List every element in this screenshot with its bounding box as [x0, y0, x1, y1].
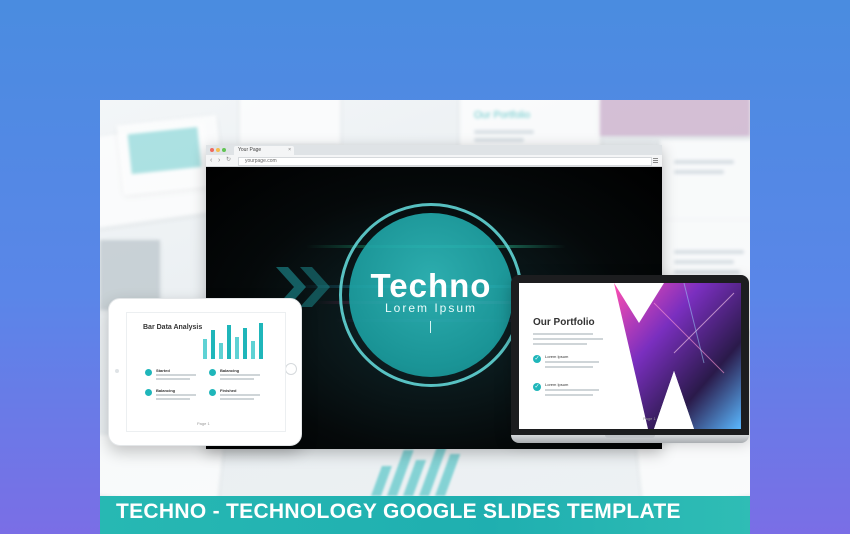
- browser-tab-strip: Your Page ×: [206, 145, 662, 155]
- close-window-icon[interactable]: [210, 148, 214, 152]
- laptop-page-label: Page 1: [643, 416, 656, 421]
- portfolio-text: [545, 394, 593, 396]
- portfolio-text: [545, 389, 599, 391]
- template-preview-card: Our Portfolio Your Page × ‹ › ↻ yourpage…: [100, 100, 750, 534]
- feature-icon: [209, 389, 216, 396]
- portfolio-text: [533, 343, 587, 345]
- reload-icon[interactable]: ↻: [226, 156, 231, 165]
- browser-tab[interactable]: Your Page ×: [234, 146, 294, 155]
- portfolio-item-label: Lorem Ipsum: [545, 382, 569, 387]
- feature-text: [220, 398, 254, 400]
- menu-icon[interactable]: [652, 157, 659, 164]
- feature-label: Finished: [220, 388, 237, 393]
- tablet-bar: [219, 343, 223, 359]
- feature-text: [220, 394, 260, 396]
- feature-text: [156, 374, 196, 376]
- laptop-notch: [605, 435, 655, 438]
- tablet-page-label: Page 1: [197, 421, 210, 426]
- feature-icon: [145, 369, 152, 376]
- forward-icon[interactable]: ›: [218, 156, 220, 165]
- check-icon: ✓: [533, 383, 541, 391]
- feature-text: [156, 398, 190, 400]
- tablet-bar: [243, 328, 247, 359]
- laptop-device: Our Portfolio ✓ Lorem Ipsum ✓ Lorem Ipsu…: [511, 275, 749, 435]
- portfolio-text: [533, 338, 603, 340]
- tablet-home-button: [285, 363, 297, 375]
- hero-subtitle: Lorem Ipsum: [384, 301, 478, 315]
- maximize-window-icon[interactable]: [222, 148, 226, 152]
- feature-label: Started: [156, 368, 170, 373]
- laptop-slide: Our Portfolio ✓ Lorem Ipsum ✓ Lorem Ipsu…: [519, 283, 741, 429]
- feature-text: [156, 378, 190, 380]
- tablet-bar: [203, 339, 207, 359]
- tablet-bar: [227, 325, 231, 359]
- tab-close-icon[interactable]: ×: [288, 146, 291, 155]
- feature-text: [220, 378, 254, 380]
- feature-text: [156, 394, 196, 396]
- banner-title: TECHNO - TECHNOLOGY GOOGLE SLIDES TEMPLA…: [116, 500, 681, 523]
- browser-tab-title: Your Page: [238, 147, 262, 153]
- tablet-bar: [259, 323, 263, 359]
- tablet-device: Bar Data Analysis Started Balancing Bala…: [108, 298, 302, 446]
- tablet-bar: [235, 337, 239, 359]
- hero-title: Techno: [370, 267, 492, 304]
- portfolio-text: [533, 333, 593, 335]
- feature-label: Balancing: [220, 368, 240, 373]
- portfolio-text: [545, 361, 599, 363]
- tablet-bar-chart: [203, 323, 273, 359]
- tablet-bar: [251, 341, 255, 359]
- title-banner: TECHNO - TECHNOLOGY GOOGLE SLIDES TEMPLA…: [100, 496, 750, 534]
- browser-toolbar: ‹ › ↻ yourpage.com: [206, 155, 662, 167]
- tablet-slide-title: Bar Data Analysis: [143, 324, 203, 331]
- feature-icon: [145, 389, 152, 396]
- hero-divider: [430, 321, 431, 333]
- tablet-camera: [115, 369, 119, 373]
- tablet-slide: Bar Data Analysis Started Balancing Bala…: [126, 312, 286, 432]
- portfolio-photo: [614, 283, 741, 429]
- tablet-bar: [211, 330, 215, 359]
- feature-icon: [209, 369, 216, 376]
- portfolio-item-label: Lorem Ipsum: [545, 354, 569, 359]
- feature-text: [220, 374, 260, 376]
- portfolio-title: Our Portfolio: [533, 317, 595, 328]
- back-icon[interactable]: ‹: [210, 156, 212, 165]
- check-icon: ✓: [533, 355, 541, 363]
- minimize-window-icon[interactable]: [216, 148, 220, 152]
- feature-label: Balancing: [156, 388, 176, 393]
- portfolio-text: [545, 366, 593, 368]
- background-slide-title: Our Portfolio: [474, 110, 531, 121]
- address-bar[interactable]: yourpage.com: [238, 157, 652, 166]
